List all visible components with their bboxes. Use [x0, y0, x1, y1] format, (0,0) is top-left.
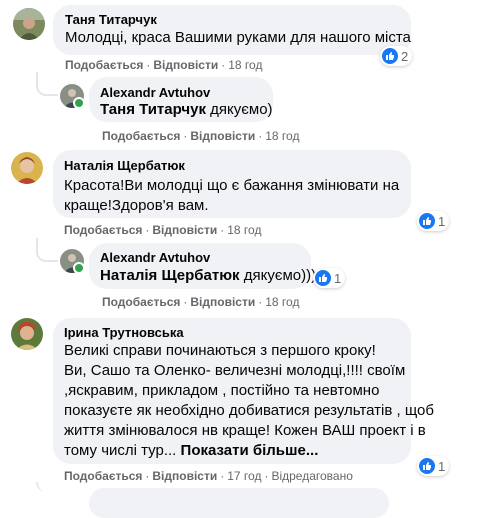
- reaction-count[interactable]: 2: [380, 46, 413, 66]
- reply-meta: Подобається · Відповісти · 18 год: [102, 129, 300, 143]
- reply-button[interactable]: Відповісти: [190, 295, 255, 309]
- thread-line: [36, 72, 58, 96]
- comment-text: Ви, Сашо та Оленко- величезні молодці,!!…: [64, 362, 406, 379]
- comment-text: Великі справи починаються з першого крок…: [64, 342, 376, 359]
- comment-meta: Подобається · Відповісти · 18 год: [65, 58, 263, 72]
- online-status-icon: [73, 97, 85, 109]
- comment-text: тому числі тур... Показати більше...: [64, 442, 319, 459]
- comment-time[interactable]: 18 год: [227, 223, 261, 237]
- reply-button[interactable]: Відповісти: [153, 58, 218, 72]
- comment-time[interactable]: 18 год: [265, 295, 299, 309]
- mention-link[interactable]: Наталія Щербатюк: [100, 267, 240, 284]
- like-icon: [419, 458, 435, 474]
- comment-author[interactable]: Ірина Трутновська: [64, 325, 184, 340]
- comment-text: Молодці, краса Вашими руками для нашого …: [65, 29, 411, 46]
- comment-author[interactable]: Наталія Щербатюк: [64, 158, 185, 173]
- avatar[interactable]: [13, 8, 45, 40]
- comment-meta: Подобається · Відповісти · 18 год: [64, 223, 262, 237]
- see-more-link[interactable]: Показати більше...: [181, 442, 319, 459]
- like-button[interactable]: Подобається: [64, 223, 142, 237]
- reaction-count[interactable]: 1: [417, 211, 450, 231]
- reply-author[interactable]: Alexandr Avtuhov: [100, 85, 210, 100]
- thread-line: [36, 482, 58, 492]
- thread-line: [36, 238, 58, 262]
- comment-time[interactable]: 18 год: [228, 58, 262, 72]
- comment-time[interactable]: 17 год: [227, 469, 261, 483]
- edited-label: Відредаговано: [271, 469, 353, 483]
- comment-text: Красота!Ви молодці що є бажання змінюват…: [64, 177, 400, 194]
- comment-meta: Подобається · Відповісти · 17 год · Відредагов…: [64, 469, 353, 483]
- mention-link[interactable]: Таня Титарчук: [100, 101, 206, 118]
- reaction-count[interactable]: 1: [417, 456, 450, 476]
- comment-text: ,яскравим, прикладом , постійно та невто…: [64, 382, 380, 399]
- reply-button[interactable]: Відповісти: [152, 469, 217, 483]
- like-button[interactable]: Подобається: [64, 469, 142, 483]
- like-icon: [315, 270, 331, 286]
- like-button[interactable]: Подобається: [102, 129, 180, 143]
- avatar[interactable]: [11, 318, 43, 350]
- comment-time[interactable]: 18 год: [265, 129, 299, 143]
- reply-author[interactable]: Alexandr Avtuhov: [100, 250, 210, 265]
- like-icon: [419, 213, 435, 229]
- like-button[interactable]: Подобається: [65, 58, 143, 72]
- reply-bubble: [89, 488, 389, 518]
- reply-meta: Подобається · Відповісти · 18 год: [102, 295, 300, 309]
- like-icon: [382, 48, 398, 64]
- reply-text: Наталія Щербатюк дякуємо))): [100, 267, 317, 284]
- reply-button[interactable]: Відповісти: [152, 223, 217, 237]
- comment-text: краще!Здоров'я вам.: [64, 197, 209, 214]
- like-button[interactable]: Подобається: [102, 295, 180, 309]
- comment-text: життя змінювалося нв краще! Кожен ВАШ пр…: [64, 422, 426, 439]
- reply-button[interactable]: Відповісти: [190, 129, 255, 143]
- online-status-icon: [73, 262, 85, 274]
- reply-text: Таня Титарчук дякуємо): [100, 101, 273, 118]
- reaction-count[interactable]: 1: [313, 268, 346, 288]
- avatar[interactable]: [11, 152, 43, 184]
- comment-author[interactable]: Таня Титарчук: [65, 12, 157, 27]
- comment-text: показуєте як необхідно добиватися резуль…: [64, 402, 434, 419]
